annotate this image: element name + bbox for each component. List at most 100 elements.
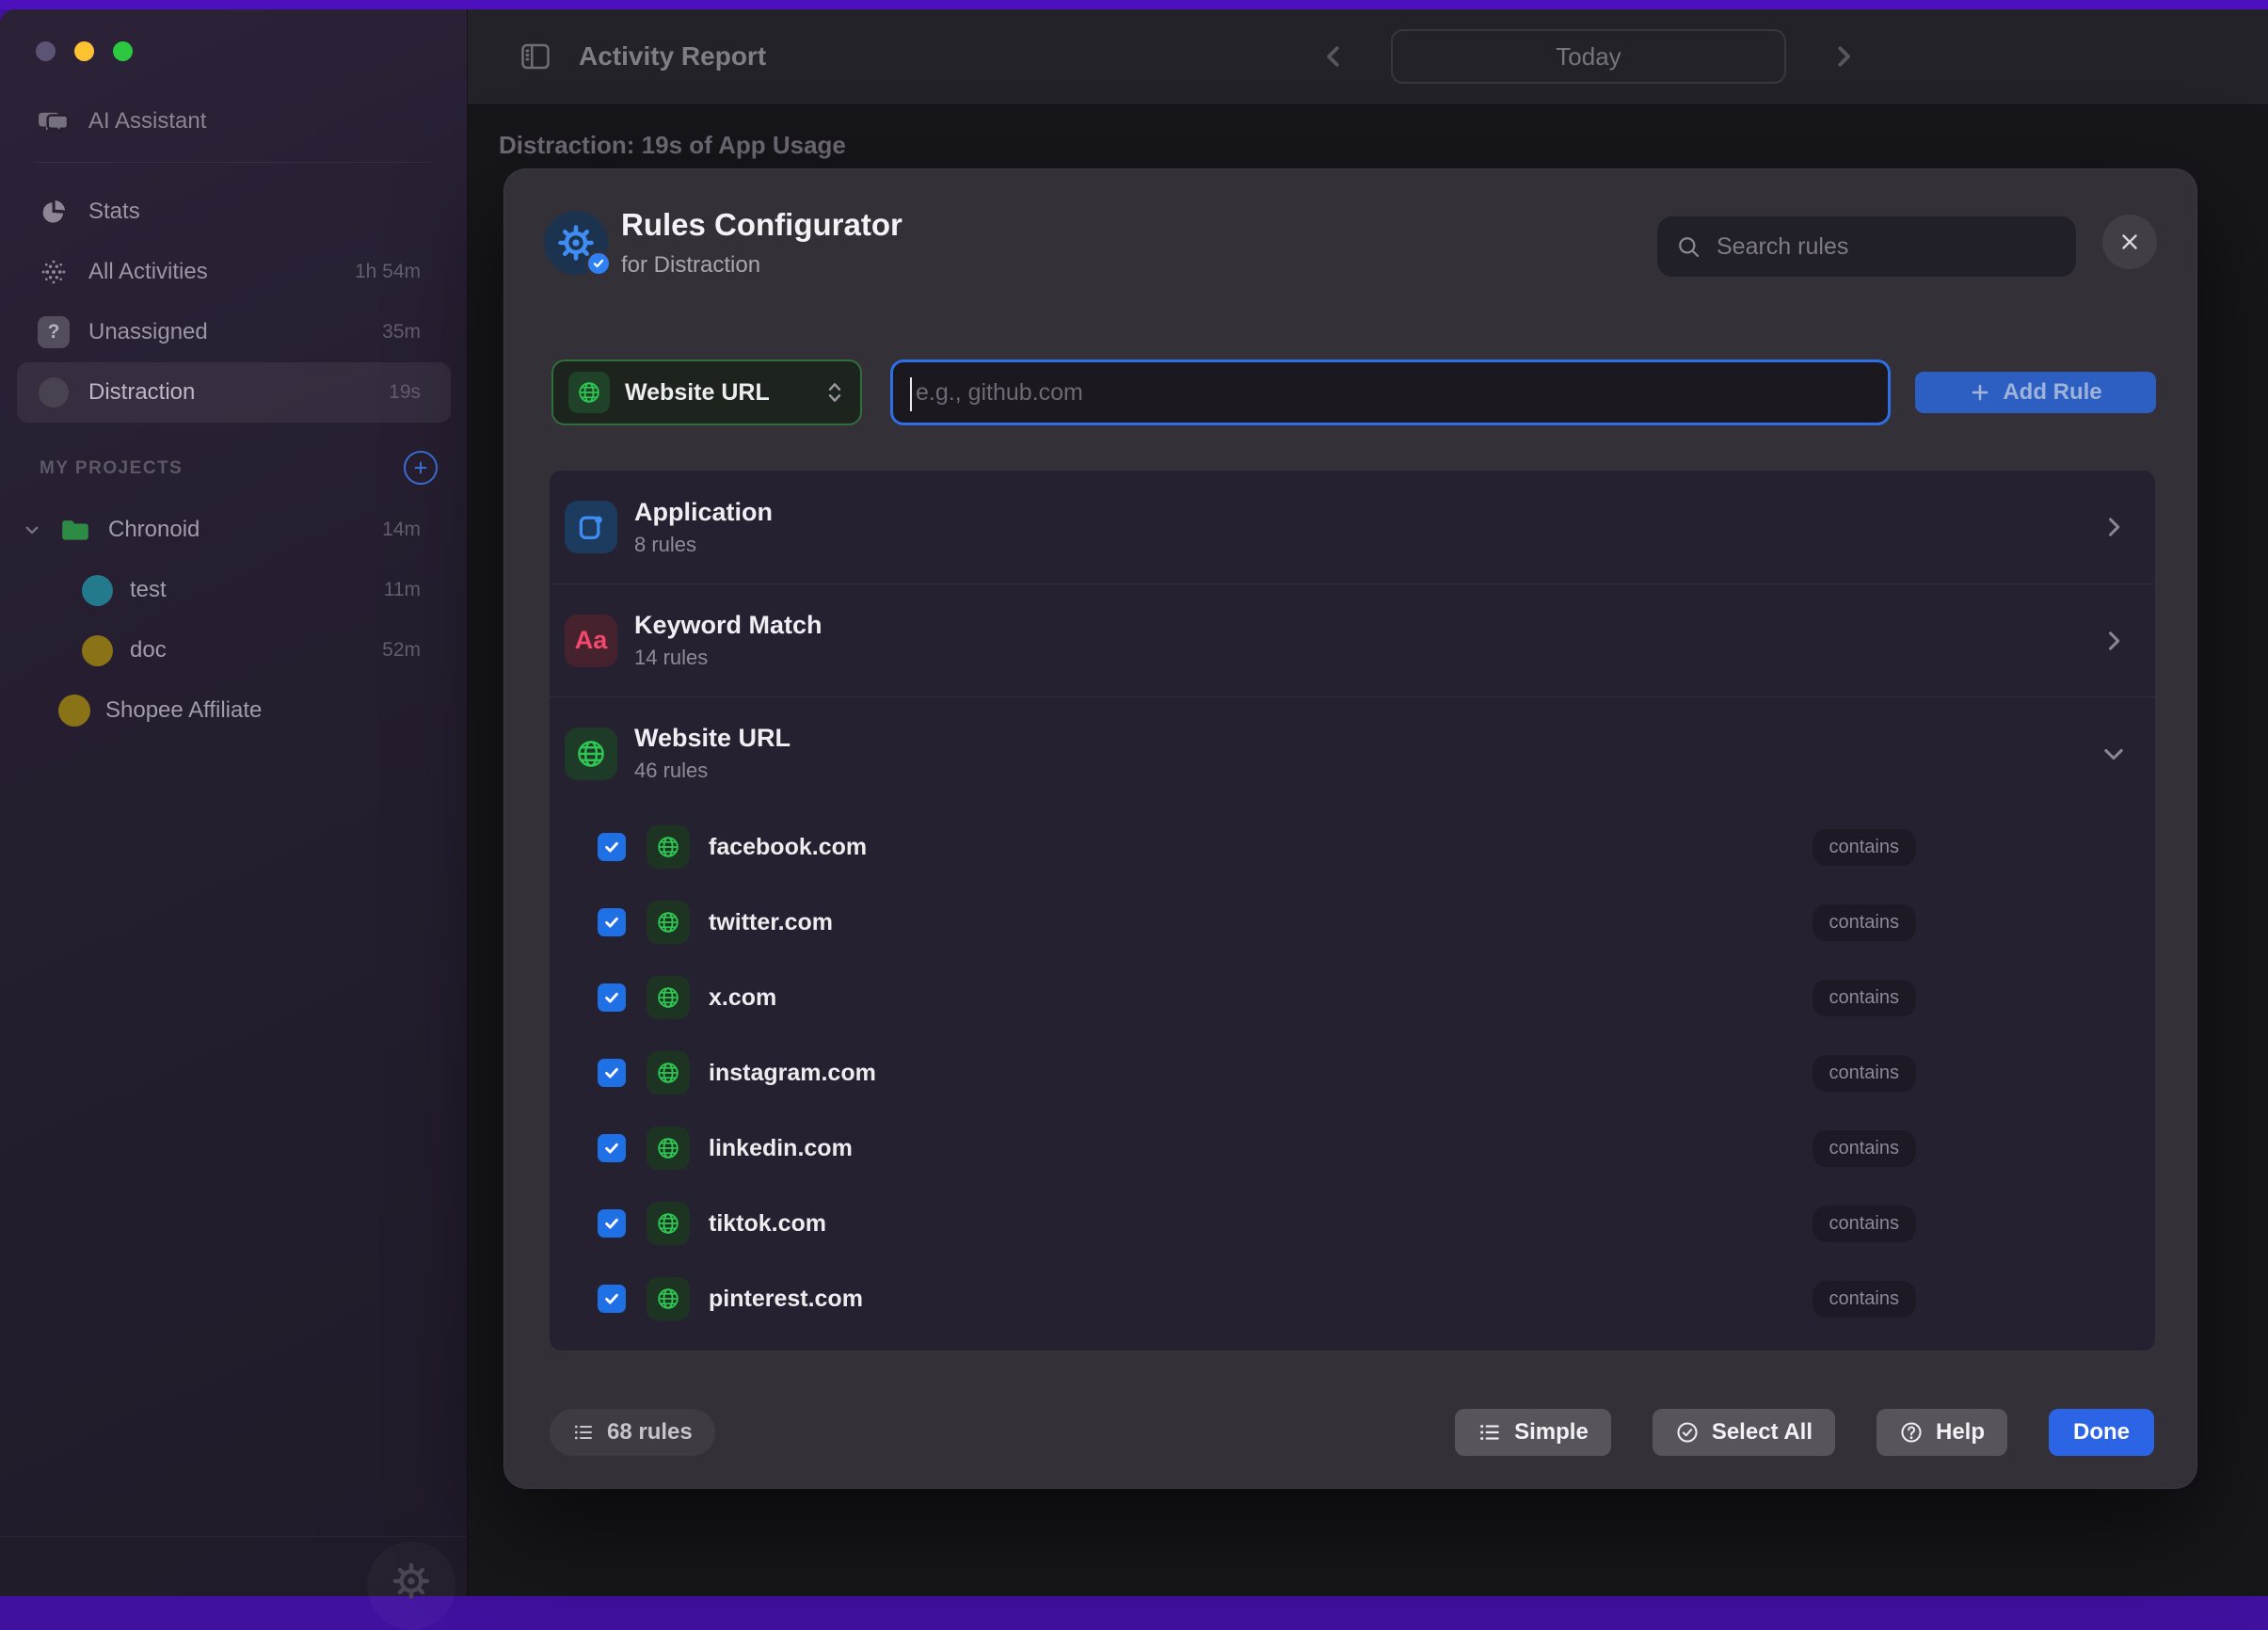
- divider: [34, 162, 433, 163]
- sidebar-item-label: Distraction: [88, 379, 195, 406]
- done-button[interactable]: Done: [2049, 1409, 2154, 1456]
- window-minimize-button[interactable]: [74, 41, 94, 61]
- rule-type-dropdown[interactable]: Website URL: [551, 360, 862, 425]
- context-heading: Distraction: 19s of App Usage: [499, 131, 846, 160]
- chevron-down-icon[interactable]: [24, 521, 40, 538]
- rule-row[interactable]: twitter.com contains: [550, 885, 2155, 960]
- rule-row[interactable]: tiktok.com contains: [550, 1186, 2155, 1261]
- question-badge-icon: ?: [38, 316, 70, 348]
- rule-checkbox[interactable]: [598, 1209, 626, 1238]
- project-time: 11m: [384, 579, 421, 601]
- sidebar-item-all-activities[interactable]: All Activities 1h 54m: [0, 242, 468, 302]
- chat-bubbles-icon: [34, 102, 73, 141]
- plus-icon: [411, 458, 430, 477]
- sidebar-item-time: 1h 54m: [355, 261, 421, 283]
- match-type-badge: contains: [1813, 1055, 1917, 1092]
- select-all-button[interactable]: Select All: [1653, 1409, 1835, 1456]
- list-icon: [1477, 1420, 1502, 1445]
- rule-checkbox[interactable]: [598, 1285, 626, 1313]
- rule-row[interactable]: facebook.com contains: [550, 809, 2155, 885]
- rule-row[interactable]: x.com contains: [550, 960, 2155, 1035]
- rule-checkbox[interactable]: [598, 833, 626, 861]
- help-button[interactable]: Help: [1877, 1409, 2007, 1456]
- add-rule-button[interactable]: Add Rule: [1915, 372, 2156, 413]
- simple-mode-button[interactable]: Simple: [1455, 1409, 1611, 1456]
- match-type-badge: contains: [1813, 1206, 1917, 1242]
- sidebar-project-test[interactable]: test 11m: [0, 560, 468, 620]
- category-row-application[interactable]: Application 8 rules: [550, 471, 2155, 583]
- match-type-badge: contains: [1813, 980, 1917, 1016]
- sidebar-item-unassigned[interactable]: ? Unassigned 35m: [0, 302, 468, 362]
- project-label: doc: [130, 637, 167, 663]
- close-icon: [2117, 230, 2142, 254]
- add-project-button[interactable]: [404, 451, 438, 485]
- text-caret: [910, 377, 912, 411]
- sidebar-item-label: Stats: [88, 199, 140, 225]
- globe-icon: [647, 901, 690, 944]
- close-button[interactable]: [2102, 215, 2157, 269]
- rule-row[interactable]: instagram.com contains: [550, 1035, 2155, 1111]
- sidebar-project-shopee-affiliate[interactable]: Shopee Affiliate: [0, 680, 468, 741]
- rule-name: twitter.com: [709, 909, 833, 936]
- category-dot-icon: [38, 376, 70, 408]
- match-type-badge: contains: [1813, 829, 1917, 866]
- sidebar-item-label: Unassigned: [88, 319, 208, 345]
- sidebar-item-stats[interactable]: Stats: [0, 182, 468, 242]
- rule-name: linkedin.com: [709, 1135, 853, 1162]
- projects-section-header: MY PROJECTS: [40, 458, 183, 479]
- match-type-badge: contains: [1813, 1130, 1917, 1167]
- rule-checkbox[interactable]: [598, 908, 626, 936]
- date-range-button[interactable]: Today: [1391, 29, 1786, 84]
- category-name: Website URL: [634, 724, 791, 753]
- sidebar-item-label: All Activities: [88, 259, 208, 285]
- rule-name: instagram.com: [709, 1060, 876, 1087]
- new-rule-input[interactable]: [893, 379, 1888, 407]
- list-icon: [572, 1421, 595, 1444]
- chevron-up-down-icon: [824, 380, 845, 405]
- rule-row[interactable]: pinterest.com contains: [550, 1261, 2155, 1336]
- globe-icon: [568, 372, 610, 413]
- previous-day-button[interactable]: [1319, 42, 1348, 71]
- category-count: 8 rules: [634, 533, 773, 557]
- globe-icon: [647, 1127, 690, 1170]
- new-rule-input-wrap[interactable]: [890, 360, 1891, 425]
- project-label: Shopee Affiliate: [105, 697, 262, 724]
- rule-checkbox[interactable]: [598, 1134, 626, 1162]
- rule-checkbox[interactable]: [598, 1059, 626, 1087]
- rules-configurator-modal: Rules Configurator for Distraction Websi…: [503, 168, 2197, 1489]
- window-close-button[interactable]: [36, 41, 56, 61]
- project-color-dot: [82, 575, 113, 606]
- sidebar-project-doc[interactable]: doc 52m: [0, 620, 468, 680]
- globe-icon: [647, 1202, 690, 1245]
- search-rules-field[interactable]: [1657, 216, 2076, 277]
- search-input[interactable]: [1717, 233, 2057, 261]
- sidebar-project-chronoid[interactable]: Chronoid 14m: [0, 500, 468, 560]
- gear-icon: [391, 1560, 432, 1602]
- modal-badge: [544, 211, 608, 275]
- window-zoom-button[interactable]: [113, 41, 133, 61]
- next-day-button[interactable]: [1829, 42, 1858, 71]
- rule-checkbox[interactable]: [598, 983, 626, 1012]
- sidebar-toggle-icon[interactable]: [519, 40, 552, 73]
- sidebar-item-ai-assistant[interactable]: AI Assistant: [34, 102, 206, 141]
- match-type-badge: contains: [1813, 1281, 1917, 1318]
- project-color-dot: [58, 695, 90, 727]
- modal-title: Rules Configurator: [621, 207, 902, 243]
- settings-button[interactable]: [367, 1542, 455, 1630]
- question-circle-icon: [1899, 1420, 1924, 1445]
- category-row-website-url[interactable]: Website URL 46 rules: [550, 696, 2155, 809]
- rule-row[interactable]: linkedin.com contains: [550, 1111, 2155, 1186]
- category-row-keyword-match[interactable]: Aa Keyword Match 14 rules: [550, 583, 2155, 696]
- category-name: Keyword Match: [634, 611, 823, 640]
- rule-name: facebook.com: [709, 834, 867, 861]
- traffic-lights: [36, 41, 133, 61]
- rule-name: pinterest.com: [709, 1286, 863, 1313]
- page-title: Activity Report: [579, 41, 766, 72]
- rule-name: x.com: [709, 984, 776, 1012]
- pie-chart-icon: [38, 196, 70, 228]
- globe-icon: [647, 825, 690, 869]
- sidebar-item-distraction[interactable]: Distraction 19s: [17, 362, 451, 423]
- category-count: 46 rules: [634, 759, 791, 783]
- check-badge-icon: [585, 250, 612, 277]
- keyword-icon: Aa: [565, 615, 617, 667]
